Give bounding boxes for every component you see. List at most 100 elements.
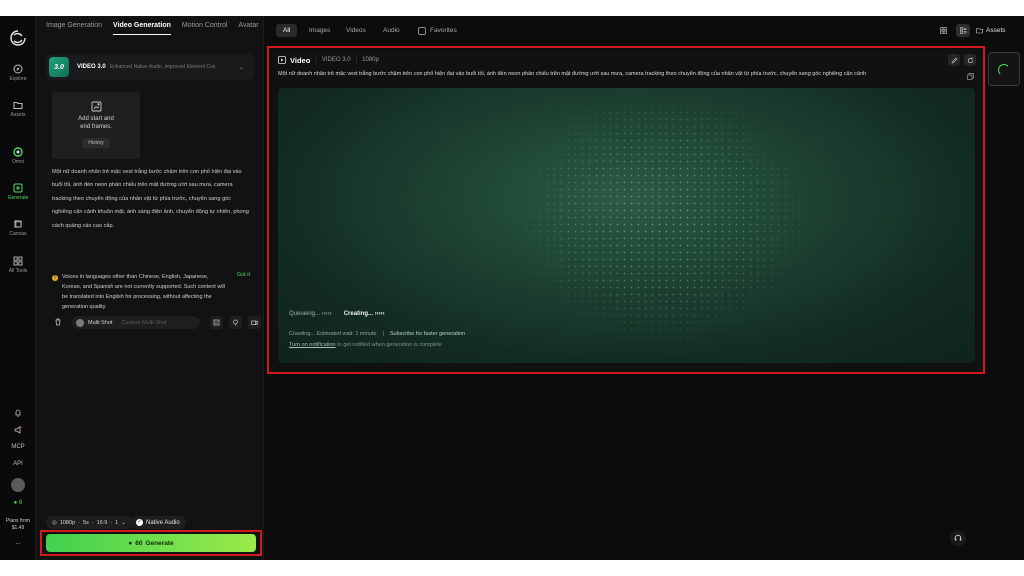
grid-view-button[interactable] [936, 24, 950, 37]
separator-dot: · [78, 519, 80, 526]
results-toolbar: All Images Videos Audio Favorites Assets [276, 24, 1016, 38]
app-logo-icon[interactable] [10, 30, 26, 46]
lightbulb-button[interactable] [229, 316, 242, 329]
camera-icon [251, 320, 258, 325]
trash-icon[interactable] [54, 318, 62, 326]
compass-icon [13, 64, 23, 74]
frames-label-line1: Add start and [78, 116, 114, 122]
separator-dot: · [91, 519, 94, 526]
rail-label: Explore [9, 76, 27, 82]
element-icon [213, 319, 220, 326]
native-audio-label: Native Audio [146, 519, 180, 526]
prompt-input[interactable]: Một nữ doanh nhân trẻ mặc vest trắng bướ… [52, 166, 252, 233]
setting-duration: 5s [82, 519, 89, 526]
avatar[interactable] [11, 478, 25, 492]
add-frames-box[interactable]: Add start and end frames. History [52, 92, 140, 159]
check-icon: ✓ [136, 519, 143, 526]
history-button[interactable]: History [82, 138, 110, 148]
language-notice: ! Voices in languages other than Chinese… [52, 272, 258, 312]
filter-images[interactable]: Images [302, 24, 337, 37]
multi-shot-label: Multi Shot [88, 319, 113, 326]
omni-icon [13, 147, 23, 157]
list-view-icon [959, 27, 966, 34]
settings-icon: ◎ [52, 519, 57, 526]
app-window: Explore Assets Omni Generate Canvas All … [0, 16, 1024, 560]
more-menu[interactable]: ... [0, 540, 36, 546]
add-image-icon [91, 101, 101, 112]
tab-motion-control[interactable]: Motion Control [182, 22, 228, 35]
filter-all[interactable]: All [276, 24, 298, 37]
folder-icon [13, 102, 23, 109]
rail-item-canvas[interactable]: Canvas [0, 219, 36, 237]
favorites-checkbox[interactable]: Favorites [411, 24, 464, 37]
list-view-button[interactable] [956, 24, 970, 37]
assets-label: Assets [986, 27, 1006, 34]
checkbox-icon [418, 26, 426, 35]
generate-icon [13, 183, 23, 193]
native-audio-toggle[interactable]: ✓ Native Audio [130, 516, 186, 529]
chevron-down-icon: ⌄ [121, 519, 126, 526]
highlight-box-generate [40, 530, 262, 556]
model-description: Enhanced Native Audio, Improved Element … [109, 64, 216, 70]
camera-button[interactable] [248, 316, 261, 329]
model-badge: 3.0 [49, 57, 69, 77]
assets-button[interactable]: Assets [976, 24, 1006, 37]
plans-info[interactable]: Plans from $1.49 [0, 518, 36, 532]
rail-label: All Tools [8, 268, 28, 274]
nav-rail: Explore Assets Omni Generate Canvas All … [0, 16, 36, 560]
tab-avatar[interactable]: Avatar [238, 22, 258, 35]
credits-value: 6 [18, 500, 23, 506]
filter-audio[interactable]: Audio [376, 24, 407, 37]
rail-label: Generate [7, 195, 29, 201]
separator-dot: · [110, 519, 113, 526]
setting-resolution: 1080p [59, 519, 76, 526]
warning-icon: ! [52, 275, 58, 281]
api-link[interactable]: API [0, 461, 36, 467]
credits-count: ● 6 [13, 500, 23, 506]
custom-multi-shot-placeholder: Custom Multi-Shot [121, 319, 167, 326]
loading-spinner-icon [998, 64, 1010, 76]
folder-icon [976, 28, 983, 34]
toggle-knob [76, 318, 84, 327]
rail-item-assets[interactable]: Assets [0, 100, 36, 118]
rail-item-generate[interactable]: Generate [0, 183, 36, 201]
model-selector[interactable]: 3.0 VIDEO 3.0 Enhanced Native Audio, Imp… [46, 54, 254, 80]
highlight-box-card [267, 46, 985, 374]
lightbulb-icon [233, 319, 238, 326]
rail-item-all-tools[interactable]: All Tools [0, 256, 36, 274]
filter-videos[interactable]: Videos [339, 24, 373, 37]
plans-label: Plans from [6, 518, 30, 524]
generation-panel: Image Generation Video Generation Motion… [36, 16, 264, 560]
chevron-down-icon: ⌄ [238, 64, 244, 71]
notice-dismiss-button[interactable]: Got it [237, 272, 250, 278]
frames-label-line2: end frames. [80, 124, 112, 130]
rail-item-explore[interactable]: Explore [0, 64, 36, 82]
multi-shot-toggle[interactable]: Multi Shot Custom Multi-Shot [72, 316, 200, 329]
setting-count: 1 [115, 519, 119, 526]
rail-item-omni[interactable]: Omni [0, 147, 36, 165]
settings-dropdown[interactable]: ◎ 1080p · 5s · 16:9 · 1 ⌄ [46, 516, 132, 529]
rail-label: Assets [10, 112, 26, 118]
mcp-link[interactable]: MCP [0, 444, 36, 450]
notice-text: Voices in languages other than Chinese, … [62, 274, 225, 310]
favorites-label: Favorites [430, 27, 457, 34]
setting-ratio: 16:9 [96, 519, 108, 526]
canvas-icon [14, 220, 22, 228]
rail-label: Canvas [9, 231, 27, 237]
bell-icon[interactable] [14, 409, 22, 417]
plans-price: $1.49 [11, 525, 25, 531]
generation-tabs: Image Generation Video Generation Motion… [46, 22, 259, 35]
generation-settings: ◎ 1080p · 5s · 16:9 · 1 ⌄ ✓ Native Audio [46, 516, 256, 530]
tab-image-generation[interactable]: Image Generation [46, 22, 102, 35]
tab-video-generation[interactable]: Video Generation [113, 22, 171, 35]
element-button[interactable] [210, 316, 223, 329]
megaphone-icon[interactable] [14, 426, 22, 434]
queued-item-thumbnail[interactable] [988, 52, 1020, 86]
headset-icon [954, 534, 962, 541]
grid-view-icon [939, 27, 947, 34]
grid-icon [13, 256, 23, 266]
model-name: VIDEO 3.0 [77, 64, 106, 70]
support-button[interactable] [950, 530, 966, 546]
prompt-toolbar: Multi Shot Custom Multi-Shot [52, 316, 261, 330]
rail-label: Omni [12, 159, 24, 165]
